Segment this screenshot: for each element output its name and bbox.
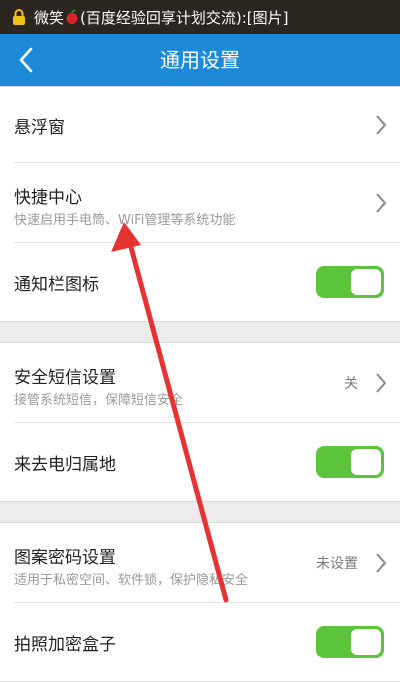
- notification-icon-toggle[interactable]: [316, 266, 384, 298]
- notification-suffix: (百度经验回享计划交流):[图片]: [80, 8, 289, 27]
- secure-sms-title: 安全短信设置: [14, 368, 116, 388]
- pattern-password-value: 未设置: [316, 556, 358, 572]
- section-gap: [0, 502, 400, 522]
- title-bar: 通用设置: [0, 34, 400, 86]
- settings-group-2: 安全短信设置 接管系统短信，保障短信安全 关 来去电归属地: [0, 342, 400, 502]
- caller-location-item: 来去电归属地: [14, 423, 400, 501]
- caller-location-title: 来去电归属地: [14, 455, 116, 475]
- notification-text: 微笑 (百度经验回享计划交流):[图片]: [34, 7, 288, 28]
- photo-encrypt-box-toggle[interactable]: [316, 626, 384, 658]
- lock-icon: [13, 9, 25, 25]
- secure-sms-subtitle: 接管系统短信，保障短信安全: [14, 393, 184, 408]
- back-arrow-icon: [19, 47, 33, 73]
- settings-group-3: 图案密码设置 适用于私密空间、软件锁，保护隐私安全 未设置 拍照加密盒子: [0, 522, 400, 682]
- caller-location-toggle[interactable]: [316, 446, 384, 478]
- floating-window-title: 悬浮窗: [14, 118, 65, 138]
- photo-encrypt-box-title: 拍照加密盒子: [14, 635, 116, 655]
- page-title: 通用设置: [160, 48, 240, 72]
- shortcut-center-item[interactable]: 快捷中心 快速启用手电筒、WiFi管理等系统功能: [14, 163, 400, 243]
- apple-emoji-icon: [66, 9, 78, 24]
- notification-icon-item: 通知栏图标: [14, 243, 400, 321]
- chevron-right-icon: [376, 193, 387, 213]
- notification-prefix: 微笑: [34, 8, 65, 27]
- shortcut-center-subtitle: 快速启用手电筒、WiFi管理等系统功能: [14, 213, 236, 228]
- toggle-knob: [351, 629, 381, 655]
- notification-icon-title: 通知栏图标: [14, 275, 99, 295]
- status-bar: 微笑 (百度经验回享计划交流):[图片]: [0, 0, 400, 34]
- chevron-right-icon: [376, 115, 387, 135]
- pattern-password-subtitle: 适用于私密空间、软件锁，保护隐私安全: [14, 573, 249, 588]
- toggle-knob: [351, 269, 381, 295]
- secure-sms-item[interactable]: 安全短信设置 接管系统短信，保障短信安全 关: [14, 343, 400, 423]
- chevron-right-icon: [376, 553, 387, 573]
- chevron-right-icon: [376, 373, 387, 393]
- floating-window-item[interactable]: 悬浮窗: [14, 87, 400, 163]
- photo-encrypt-box-item: 拍照加密盒子: [14, 603, 400, 681]
- section-gap: [0, 322, 400, 342]
- pattern-password-item[interactable]: 图案密码设置 适用于私密空间、软件锁，保护隐私安全 未设置: [14, 523, 400, 603]
- settings-list: 悬浮窗 快捷中心 快速启用手电筒、WiFi管理等系统功能 通知栏图标 安全短信设…: [0, 86, 400, 682]
- shortcut-center-title: 快捷中心: [14, 188, 82, 208]
- back-button[interactable]: [0, 34, 52, 86]
- pattern-password-title: 图案密码设置: [14, 548, 116, 568]
- toggle-knob: [351, 449, 381, 475]
- secure-sms-value: 关: [344, 376, 358, 392]
- settings-group-1: 悬浮窗 快捷中心 快速启用手电筒、WiFi管理等系统功能 通知栏图标: [0, 86, 400, 322]
